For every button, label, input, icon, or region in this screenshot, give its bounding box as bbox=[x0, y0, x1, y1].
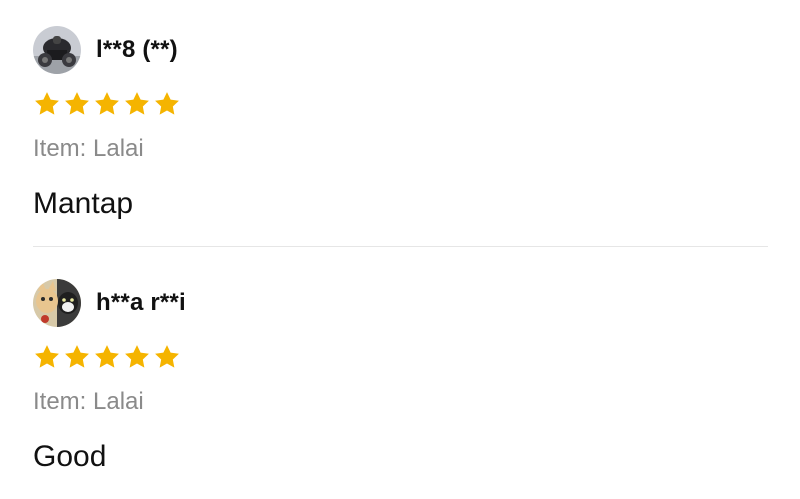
star-rating bbox=[33, 90, 768, 118]
review-header: h**a r**i bbox=[33, 278, 768, 328]
cats-photo-icon bbox=[33, 279, 81, 327]
star-icon bbox=[63, 90, 91, 118]
item-variant: Item: Lalai bbox=[33, 135, 144, 162]
avatar[interactable] bbox=[33, 26, 81, 74]
review-item: h**a r**i Item: Lalai Good bbox=[33, 278, 768, 474]
star-icon bbox=[153, 90, 181, 118]
star-icon bbox=[153, 343, 181, 371]
star-icon bbox=[93, 90, 121, 118]
star-icon bbox=[123, 90, 151, 118]
star-icon bbox=[33, 90, 61, 118]
review-comment: Good bbox=[33, 440, 107, 473]
star-icon bbox=[93, 343, 121, 371]
star-icon bbox=[123, 343, 151, 371]
reviewer-name: h**a r**i bbox=[96, 289, 186, 316]
star-rating bbox=[33, 343, 768, 371]
item-variant: Item: Lalai bbox=[33, 388, 144, 415]
divider bbox=[33, 246, 768, 247]
star-icon bbox=[63, 343, 91, 371]
review-comment: Mantap bbox=[33, 187, 134, 220]
star-icon bbox=[33, 343, 61, 371]
motorcycle-photo-icon bbox=[33, 26, 81, 74]
reviewer-name: l**8 (**) bbox=[96, 36, 178, 63]
review-item: l**8 (**) Item: Lalai Mantap bbox=[33, 25, 768, 221]
avatar[interactable] bbox=[33, 279, 81, 327]
review-header: l**8 (**) bbox=[33, 25, 768, 75]
